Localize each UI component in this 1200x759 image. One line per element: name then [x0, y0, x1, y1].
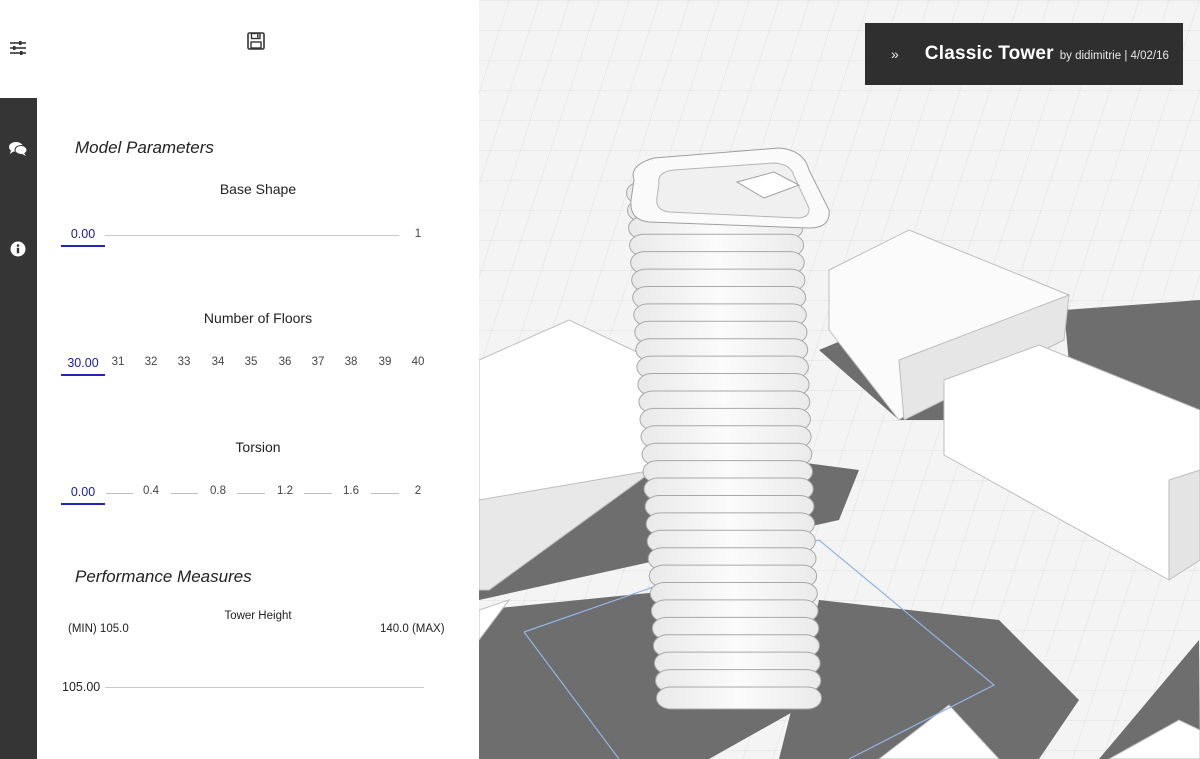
info-icon[interactable] — [7, 238, 29, 260]
floors-tick: 40 — [411, 356, 425, 368]
torsion-dash — [237, 493, 265, 494]
tower-roof-inner — [656, 162, 810, 219]
floors-tick: 35 — [244, 356, 258, 368]
section-model-parameters: Model Parameters — [75, 138, 214, 157]
floors-tick: 38 — [344, 356, 358, 368]
floors-tick: 36 — [278, 356, 292, 368]
base-shape-slider[interactable]: 0.00 1 — [61, 227, 427, 257]
torsion-tick: 1.6 — [343, 485, 359, 497]
parameters-panel: Model Parameters Base Shape 0.00 1 Numbe… — [37, 0, 480, 759]
torsion-dash — [304, 493, 332, 494]
base-shape-track — [105, 235, 399, 236]
floors-tick: 32 — [144, 356, 158, 368]
chevron-double-right-icon[interactable]: » — [891, 46, 899, 62]
save-icon[interactable] — [247, 32, 267, 52]
model-title-card: » Classic Tower by didimitrie | 4/02/16 — [865, 23, 1183, 85]
torsion-dash — [106, 493, 133, 494]
scene-canvas[interactable] — [479, 0, 1200, 759]
base-shape-value-input[interactable]: 0.00 — [61, 227, 105, 247]
tower-height-title: Tower Height — [224, 610, 292, 622]
3d-viewport[interactable] — [479, 0, 1200, 759]
model-title: Classic Tower — [924, 43, 1054, 64]
floors-tick: 33 — [177, 356, 191, 368]
torsion-slider[interactable]: 0.00 0.4 0.8 1.2 1.6 2 — [61, 485, 427, 515]
tower-model[interactable] — [626, 147, 830, 710]
tower-height-max: 140.0 (MAX) — [380, 623, 445, 635]
torsion-dash — [171, 493, 198, 494]
tower-height-value: 105.00 — [62, 680, 101, 694]
torsion-tick: 0.4 — [143, 485, 159, 497]
tower-height-min: (MIN) 105.0 — [68, 623, 129, 635]
sliders-icon[interactable] — [7, 37, 29, 59]
torsion-tick: 0.8 — [210, 485, 226, 497]
torsion-title: Torsion — [235, 439, 281, 455]
base-shape-title: Base Shape — [219, 181, 297, 197]
base-shape-tick: 1 — [414, 228, 422, 240]
torsion-tick: 1.2 — [277, 485, 293, 497]
tower-floor-slab — [656, 686, 822, 710]
floors-slider[interactable]: 30.00 31 32 33 34 35 36 37 38 39 40 — [61, 356, 427, 386]
icon-rail — [0, 0, 37, 759]
floors-tick: 34 — [211, 356, 225, 368]
floors-title: Number of Floors — [203, 310, 313, 326]
torsion-dash — [371, 493, 399, 494]
torsion-value-input[interactable]: 0.00 — [61, 485, 105, 505]
tower-height-track — [105, 687, 424, 688]
comments-icon[interactable] — [7, 138, 29, 160]
floors-value-input[interactable]: 30.00 — [61, 356, 105, 376]
torsion-tick: 2 — [414, 485, 422, 497]
section-performance-measures: Performance Measures — [75, 567, 252, 586]
model-meta: by didimitrie | 4/02/16 — [1059, 50, 1169, 62]
floors-tick: 39 — [378, 356, 392, 368]
floors-tick: 31 — [111, 356, 125, 368]
floors-tick: 37 — [311, 356, 325, 368]
